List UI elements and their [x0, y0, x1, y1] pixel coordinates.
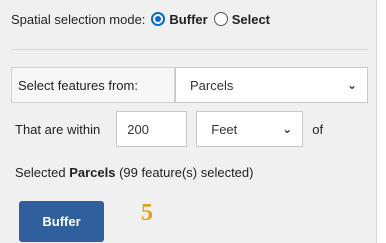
features-select[interactable]: Parcels ⌄ — [175, 67, 368, 103]
spatial-selection-panel: Spatial selection mode: Buffer Select Se… — [0, 0, 377, 243]
features-select-value: Parcels — [190, 77, 234, 93]
chevron-down-icon: ⌄ — [346, 78, 357, 92]
chevron-down-icon: ⌄ — [282, 122, 293, 136]
radio-checked-icon[interactable] — [151, 12, 166, 26]
selection-mode-row: Spatial selection mode: Buffer Select — [11, 10, 276, 28]
step-number-marker: 5 — [141, 200, 153, 226]
unit-select[interactable]: Feet ⌄ — [196, 111, 304, 147]
unit-select-value: Feet — [211, 121, 238, 137]
mode-radio-select-label: Select — [231, 11, 271, 27]
status-prefix: Selected — [15, 165, 70, 180]
radio-unchecked-icon[interactable] — [213, 12, 228, 26]
mode-radio-buffer[interactable]: Buffer — [151, 11, 208, 27]
status-suffix: (99 feature(s) selected) — [115, 165, 254, 180]
features-row: Select features from: Parcels ⌄ — [11, 66, 368, 104]
distance-input[interactable] — [116, 111, 188, 147]
buffer-button[interactable]: Buffer — [19, 201, 104, 242]
selection-status: Selected Parcels (99 feature(s) selected… — [15, 165, 253, 180]
mode-radio-select[interactable]: Select — [213, 11, 271, 27]
status-layer: Parcels — [69, 165, 116, 180]
distance-row: That are within Feet ⌄ of — [11, 110, 323, 148]
section-divider — [11, 49, 368, 50]
of-label: of — [312, 121, 324, 137]
mode-radio-buffer-label: Buffer — [169, 11, 208, 27]
features-label: Select features from: — [11, 67, 175, 103]
within-label: That are within — [15, 121, 101, 137]
selection-mode-label: Spatial selection mode: — [11, 11, 146, 27]
